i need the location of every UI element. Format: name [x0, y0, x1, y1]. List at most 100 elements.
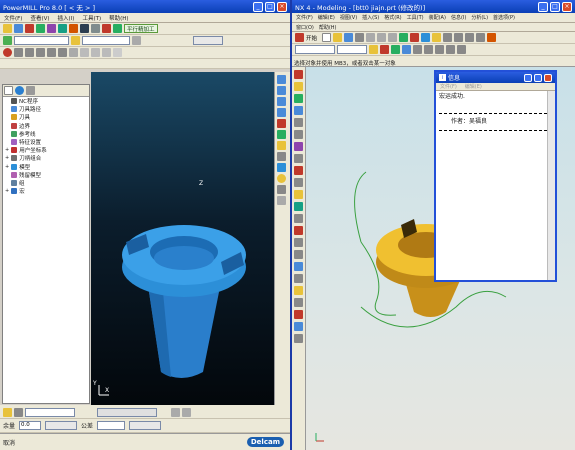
menu-help[interactable]: 帮助(H): [109, 14, 128, 22]
nx-face-icon[interactable]: [435, 45, 444, 54]
info-minimize-button[interactable]: [524, 73, 532, 82]
tool-combo[interactable]: [14, 36, 69, 45]
tree-item-workplanes[interactable]: + 用户坐标系: [3, 146, 89, 154]
leads-icon[interactable]: [58, 24, 67, 33]
feed-rate-icon[interactable]: [25, 24, 34, 33]
tree-item-boundaries[interactable]: 边界: [3, 122, 89, 130]
nx-body-icon[interactable]: [457, 45, 466, 54]
nx-select-combo[interactable]: [337, 45, 367, 54]
nx-res-2-icon[interactable]: [294, 82, 303, 91]
nx-delete-icon[interactable]: [410, 33, 420, 42]
nx-res-23-icon[interactable]: [294, 334, 303, 343]
tolerance-combo[interactable]: [129, 421, 162, 430]
nx-res-6-icon[interactable]: [294, 130, 303, 139]
copy-icon[interactable]: [182, 408, 191, 417]
nx-intersect-icon[interactable]: [424, 45, 433, 54]
nx-res-1-icon[interactable]: [294, 70, 303, 79]
maximize-button[interactable]: □: [265, 1, 275, 12]
fit-icon[interactable]: [277, 152, 286, 161]
expand-icon[interactable]: +: [5, 188, 9, 194]
info-menu-file[interactable]: 文件(F): [440, 83, 457, 90]
settings-tab-icon[interactable]: [26, 86, 35, 95]
nx-new-icon[interactable]: [322, 33, 332, 42]
pan-icon[interactable]: [277, 130, 286, 139]
nx-menu-format[interactable]: 格式(R): [384, 14, 401, 21]
nx-res-13-icon[interactable]: [294, 214, 303, 223]
menu-tools[interactable]: 工具(T): [82, 14, 101, 22]
tree-item-tools[interactable]: 刀具: [3, 113, 89, 121]
nx-paste-icon[interactable]: [388, 33, 398, 42]
tolerance-input[interactable]: [97, 421, 126, 430]
tool-holder-icon[interactable]: [3, 408, 12, 417]
nx-menu-edit[interactable]: 编辑(E): [318, 14, 335, 21]
nx-menu-prefs[interactable]: 首选项(P): [493, 14, 515, 21]
thickness-combo[interactable]: [45, 421, 78, 430]
step-icon[interactable]: [25, 48, 34, 57]
strategy-selector[interactable]: 平行精加工: [124, 24, 158, 33]
menu-file[interactable]: 文件(F): [4, 14, 22, 22]
nx-menu-assembly[interactable]: 装配(A): [429, 14, 446, 21]
rotate-icon[interactable]: [277, 141, 286, 150]
nx-res-19-icon[interactable]: [294, 286, 303, 295]
view-icon[interactable]: [113, 48, 122, 57]
nx-point-icon[interactable]: [369, 45, 378, 54]
view-front-icon[interactable]: [277, 97, 286, 106]
nx-menu-file[interactable]: 文件(F): [296, 14, 313, 21]
menu-view[interactable]: 查看(V): [30, 14, 49, 22]
minimize-button[interactable]: _: [253, 1, 263, 12]
nx-minimize-button[interactable]: _: [538, 1, 548, 12]
nx-center-icon[interactable]: [402, 45, 411, 54]
view-iso-icon[interactable]: [277, 75, 286, 84]
tree-item-macros[interactable]: + 宏: [3, 187, 89, 195]
expand-icon[interactable]: +: [5, 164, 9, 170]
tool-select-icon[interactable]: [3, 36, 12, 45]
nx-menu-view[interactable]: 视图(V): [340, 14, 357, 21]
nx-res-7-icon[interactable]: [294, 142, 303, 151]
sim-icon[interactable]: [69, 48, 78, 57]
nx-res-5-icon[interactable]: [294, 118, 303, 127]
nx-res-9-icon[interactable]: [294, 166, 303, 175]
tree-item-stock-models[interactable]: 残留模型: [3, 171, 89, 179]
nx-zoom-icon[interactable]: [454, 33, 464, 42]
play-icon[interactable]: [14, 48, 23, 57]
nx-res-10-icon[interactable]: [294, 178, 303, 187]
nx-snap-icon[interactable]: [487, 33, 497, 42]
nx-shade-icon[interactable]: [421, 33, 431, 42]
tree-item-models[interactable]: + 模型: [3, 163, 89, 171]
calc-block-icon[interactable]: [3, 24, 12, 33]
nx-save-icon[interactable]: [344, 33, 354, 42]
shade-icon[interactable]: [80, 48, 89, 57]
view-top-icon[interactable]: [277, 86, 286, 95]
grid-icon[interactable]: [277, 196, 286, 205]
nx-cut-icon[interactable]: [366, 33, 376, 42]
nx-menu-insert[interactable]: 插入(S): [362, 14, 379, 21]
nx-res-21-icon[interactable]: [294, 310, 303, 319]
nx-open-icon[interactable]: [333, 33, 343, 42]
nx-res-18-icon[interactable]: [294, 274, 303, 283]
expand-icon[interactable]: +: [5, 147, 9, 153]
tree-item-nc-program[interactable]: NC程序: [3, 97, 89, 105]
nx-copy-icon[interactable]: [377, 33, 387, 42]
zoom-icon[interactable]: [277, 119, 286, 128]
tree-item-patterns[interactable]: 参考线: [3, 130, 89, 138]
nx-maximize-button[interactable]: □: [550, 1, 560, 12]
nx-res-4-icon[interactable]: [294, 106, 303, 115]
lock-icon[interactable]: [132, 36, 141, 45]
nx-res-22-icon[interactable]: [294, 322, 303, 331]
info-maximize-button[interactable]: [534, 73, 542, 82]
tool-list-combo[interactable]: [25, 408, 75, 417]
strategy-icon[interactable]: [113, 24, 122, 33]
edit-icon[interactable]: [171, 408, 180, 417]
nx-menu-window[interactable]: 窗口(O): [296, 24, 314, 31]
nx-res-11-icon[interactable]: [294, 190, 303, 199]
close-button[interactable]: ×: [277, 1, 287, 12]
light-icon[interactable]: [277, 174, 286, 183]
nx-undo-icon[interactable]: [399, 33, 409, 42]
nx-menu-tools[interactable]: 工具(T): [407, 14, 424, 21]
nx-res-14-icon[interactable]: [294, 226, 303, 235]
expand-icon[interactable]: +: [5, 155, 9, 161]
globe-tab-icon[interactable]: [15, 86, 24, 95]
nx-close-button[interactable]: ×: [562, 1, 572, 12]
nx-menu-analysis[interactable]: 分析(L): [471, 14, 488, 21]
nx-res-17-icon[interactable]: [294, 262, 303, 271]
